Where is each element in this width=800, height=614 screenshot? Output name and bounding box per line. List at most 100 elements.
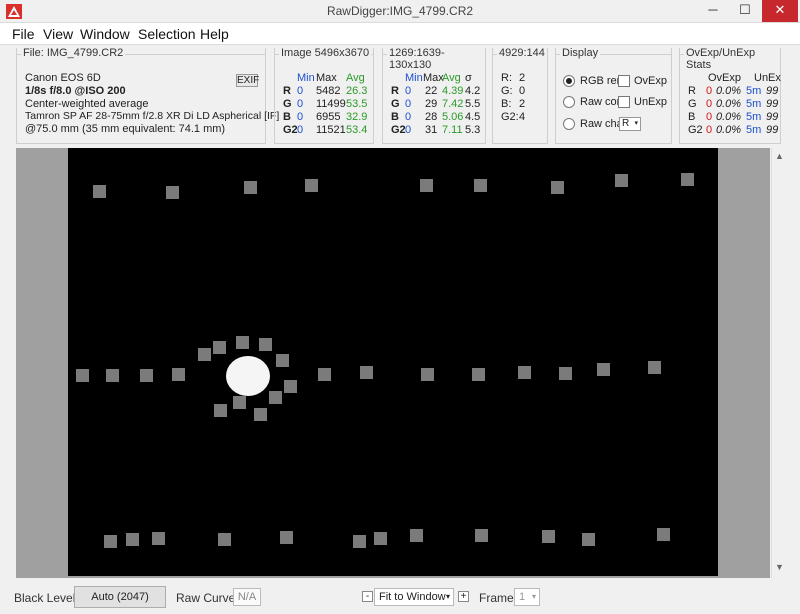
test-patch — [597, 363, 610, 376]
zoom-out-button[interactable]: - — [362, 591, 373, 602]
point-channel-label: G: — [501, 85, 513, 97]
max-value: 28 — [425, 111, 438, 123]
raw-channel-radio[interactable] — [563, 118, 575, 130]
test-patch — [126, 533, 139, 546]
raw-image-canvas[interactable] — [68, 148, 718, 576]
menu-selection[interactable]: Selection — [138, 26, 196, 42]
ovexp-percent: 0.0% — [716, 111, 742, 123]
menu-window[interactable]: Window — [80, 26, 130, 42]
point-channel-label: B: — [501, 98, 512, 110]
ovexp-count: 0 — [706, 85, 713, 97]
raw-channel-label: Raw cha — [580, 118, 623, 130]
test-patch — [214, 404, 227, 417]
point-value: 2 — [519, 98, 526, 110]
rgb-render-radio[interactable] — [563, 75, 575, 87]
max-value: 6955 — [316, 111, 341, 123]
chevron-down-icon: ▾ — [445, 592, 450, 601]
raw-composite-radio[interactable] — [563, 96, 575, 108]
bright-highlight-blob — [226, 356, 270, 396]
min-value: 0 — [405, 85, 412, 97]
ovexp-count: 0 — [706, 111, 713, 123]
unexp-count: 5m — [746, 111, 762, 123]
zoom-select[interactable]: Fit to Window ▾ — [374, 588, 454, 606]
header-max: Max — [423, 72, 444, 84]
test-patch — [474, 179, 487, 192]
test-patch — [198, 348, 211, 361]
avg-value: 32.9 — [346, 111, 368, 123]
max-value: 29 — [425, 98, 438, 110]
lens-name: Tamron SP AF 28-75mm f/2.8 XR Di LD Asph… — [25, 110, 280, 122]
point-channel-label: G2: — [501, 111, 519, 123]
test-patch — [421, 368, 434, 381]
camera-model: Canon EOS 6D — [25, 72, 101, 84]
test-patch — [276, 354, 289, 367]
unexp-label: UnExp — [634, 96, 668, 108]
header-min: Min — [405, 72, 423, 84]
menu-view[interactable]: View — [43, 26, 73, 42]
test-patch — [259, 338, 272, 351]
channel-select[interactable]: R ▾ — [619, 117, 641, 131]
unexp-checkbox[interactable] — [618, 96, 630, 108]
channel-select-value: R — [622, 118, 630, 129]
point-panel-title: 4929:144 — [497, 47, 547, 59]
min-value: 0 — [297, 124, 304, 136]
test-patch — [353, 535, 366, 548]
test-patch — [551, 181, 564, 194]
test-patch — [648, 361, 661, 374]
close-button[interactable]: ✕ — [762, 0, 798, 22]
minimize-button[interactable]: ─ — [698, 0, 728, 22]
min-value: 0 — [297, 111, 304, 123]
vertical-scrollbar[interactable]: ▲ ▼ — [771, 148, 786, 578]
ovexp-checkbox[interactable] — [618, 75, 630, 87]
image-viewport[interactable] — [16, 148, 770, 578]
max-value: 22 — [425, 85, 438, 97]
ovexp-count: 0 — [706, 124, 713, 136]
point-sample-panel: 4929:144 R: 2 G: 0 B: 2 G2: 4 — [492, 47, 548, 144]
test-patch — [152, 532, 165, 545]
test-patch — [106, 369, 119, 382]
sigma-value: 5.5 — [465, 98, 481, 110]
frame-select[interactable]: 1 ▾ — [514, 588, 540, 606]
header-ovexp: OvExp — [708, 72, 742, 84]
chevron-down-icon: ▾ — [531, 592, 536, 601]
ovexp-percent: 0.0% — [716, 124, 742, 136]
selection-panel-title: 1269:1639-130x130 — [387, 47, 485, 71]
menu-file[interactable]: File — [12, 26, 35, 42]
min-value: 0 — [297, 98, 304, 110]
test-patch — [236, 336, 249, 349]
test-patch — [615, 174, 628, 187]
max-value: 31 — [425, 124, 438, 136]
test-patch — [472, 368, 485, 381]
scroll-down-icon[interactable]: ▼ — [775, 562, 784, 572]
test-patch — [410, 529, 423, 542]
black-level-button[interactable]: Auto (2047) — [74, 586, 166, 608]
zoom-in-button[interactable]: + — [458, 591, 469, 602]
avg-value: 53.5 — [346, 98, 368, 110]
raw-curve-label: Raw Curve: — [176, 591, 239, 605]
test-patch — [218, 533, 231, 546]
focal-length: @75.0 mm (35 mm equivalent: 74.1 mm) — [25, 123, 226, 135]
header-sigma: σ — [465, 72, 472, 84]
unexp-percent: 99 — [766, 85, 779, 97]
point-value: 0 — [519, 85, 526, 97]
test-patch — [559, 367, 572, 380]
avg-value: 4.39 — [442, 85, 464, 97]
title-bar: RawDigger:IMG_4799.CR2 ─ ☐ ✕ — [0, 0, 800, 23]
frame-label: Frame: — [479, 591, 518, 605]
test-patch — [166, 186, 179, 199]
channel-label: G2 — [391, 124, 406, 136]
test-patch — [360, 366, 373, 379]
black-level-label: Black Level: — [14, 591, 79, 605]
test-patch — [420, 179, 433, 192]
avg-value: 7.11 — [442, 124, 463, 136]
exif-button[interactable]: EXIF — [236, 74, 259, 87]
unexp-count: 5m — [746, 98, 762, 110]
raw-curve-field[interactable]: N/A — [233, 588, 261, 606]
test-patch — [244, 181, 257, 194]
scroll-up-icon[interactable]: ▲ — [775, 151, 784, 161]
menu-help[interactable]: Help — [200, 26, 229, 42]
maximize-button[interactable]: ☐ — [730, 0, 760, 22]
point-value: 2 — [519, 72, 526, 84]
min-value: 0 — [405, 98, 412, 110]
window-title: RawDigger:IMG_4799.CR2 — [326, 4, 474, 18]
